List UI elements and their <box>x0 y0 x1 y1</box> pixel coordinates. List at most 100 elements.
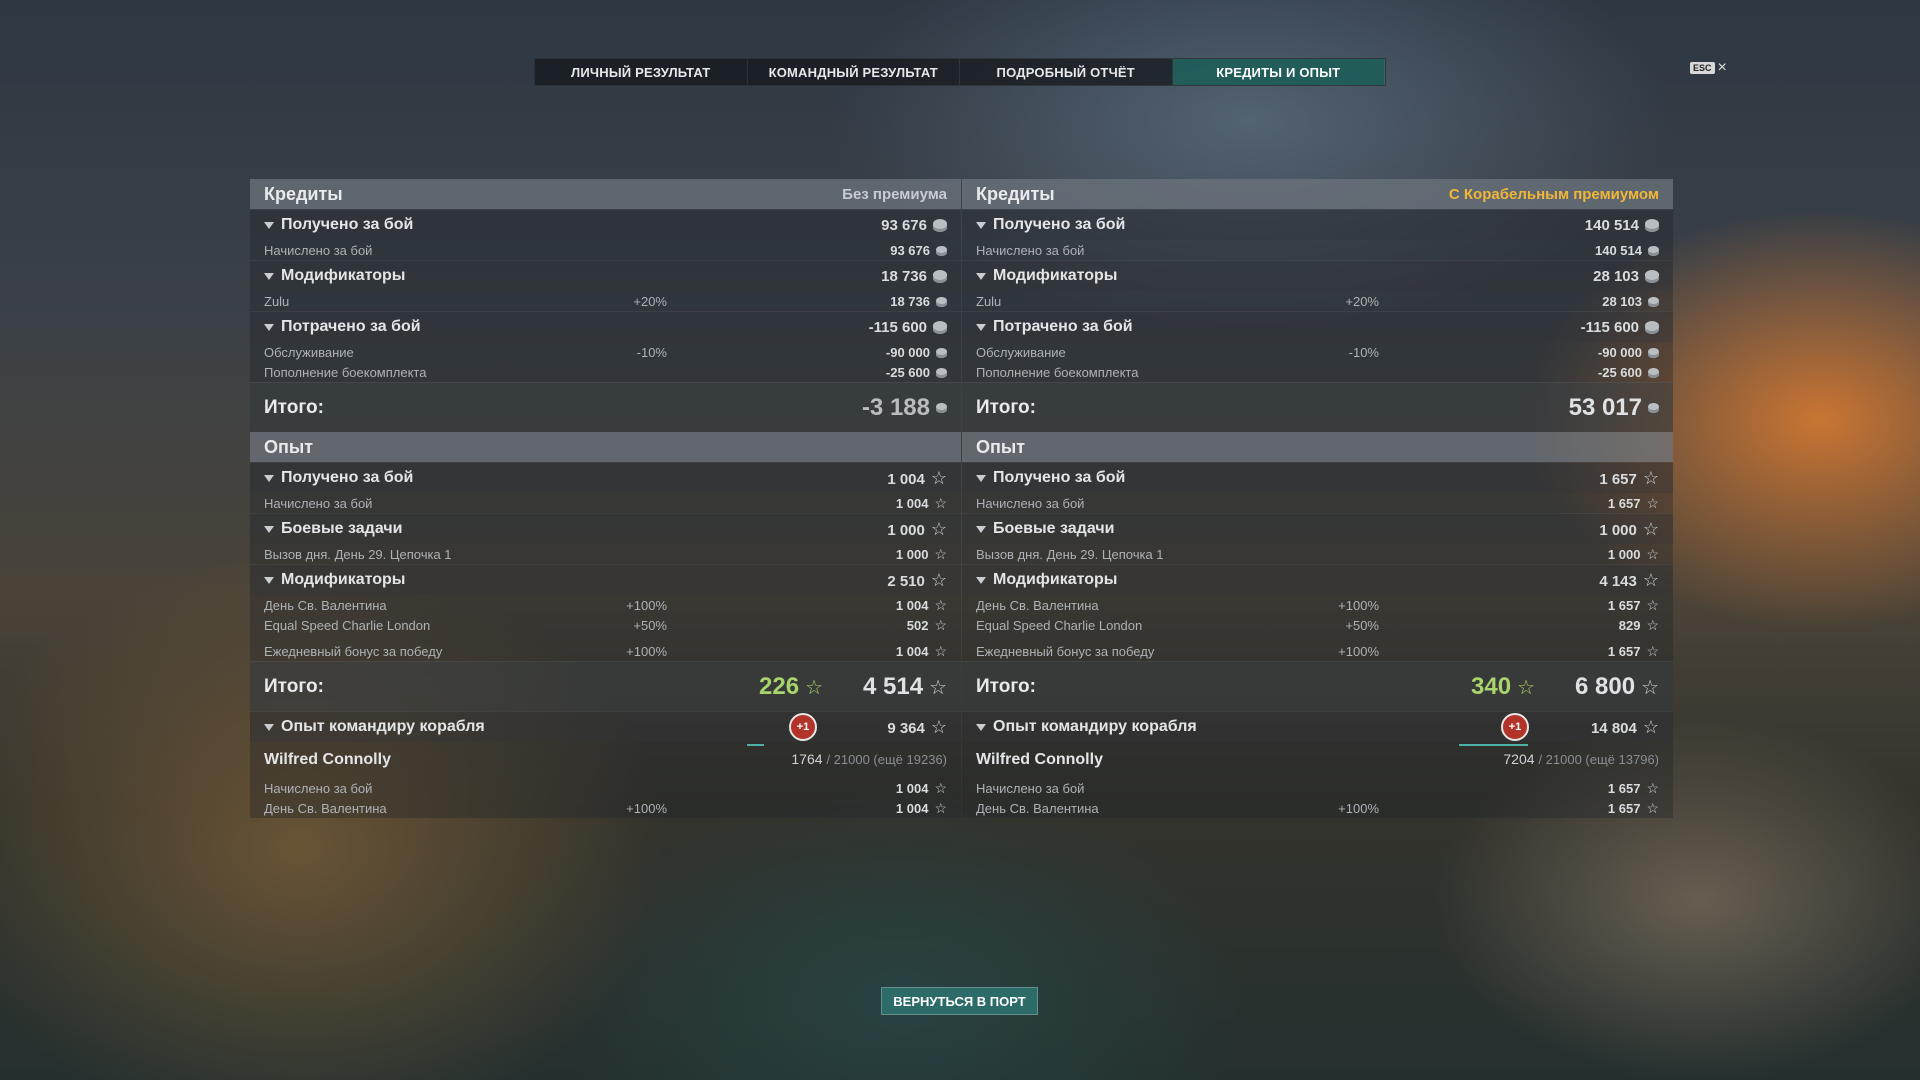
return-to-port-button[interactable]: ВЕРНУТЬСЯ В ПОРТ <box>881 987 1038 1015</box>
commander-xp-group[interactable]: Опыт командиру корабля +1 9 364 ☆ <box>250 711 961 742</box>
row-label: День Св. Валентина <box>976 597 1099 613</box>
credit-coin-icon <box>936 297 947 308</box>
row-percent: +100% <box>626 643 667 659</box>
group-value: 14 804 ☆ <box>1590 716 1659 737</box>
left-panel-no-premium: Кредиты Без премиума Получено за бой 93 … <box>250 179 961 907</box>
row-value: 1 000 ☆ <box>895 545 947 562</box>
credits-modifiers-group[interactable]: Модификаторы 18 736 <box>250 260 961 291</box>
star-icon: ☆ <box>934 596 947 613</box>
row-label: День Св. Валентина <box>264 800 387 816</box>
star-icon: ☆ <box>934 616 947 633</box>
caret-down-icon[interactable] <box>976 221 986 229</box>
caret-down-icon[interactable] <box>264 525 274 533</box>
group-label: Боевые задачи <box>993 520 1115 537</box>
row-value: 93 676 <box>807 243 947 258</box>
group-value: 93 676 <box>807 217 947 234</box>
star-icon: ☆ <box>930 716 947 737</box>
total-label: Итого: <box>264 675 324 697</box>
credit-coin-icon <box>1648 403 1659 414</box>
group-value: 28 103 <box>1519 268 1659 285</box>
row-label: Начислено за бой <box>976 780 1085 796</box>
credits-total-value: 53 017 <box>1569 394 1659 422</box>
caret-down-icon[interactable] <box>264 221 274 229</box>
star-icon: ☆ <box>1642 569 1659 590</box>
caret-down-icon[interactable] <box>264 272 274 280</box>
list-item: Ежедневный бонус за победу +100% 1 657 ☆ <box>962 641 1673 661</box>
caret-down-icon[interactable] <box>976 474 986 482</box>
star-icon: ☆ <box>929 676 947 699</box>
tab-team-result[interactable]: КОМАНДНЫЙ РЕЗУЛЬТАТ <box>748 59 960 85</box>
group-label: Опыт командиру корабля <box>281 718 485 735</box>
star-icon: ☆ <box>1642 518 1659 539</box>
row-value: 502 ☆ <box>906 616 947 633</box>
close-button[interactable]: ESC × <box>1690 60 1727 76</box>
row-percent: +100% <box>626 800 667 816</box>
free-xp-star-icon: ☆ <box>1517 676 1535 699</box>
total-label: Итого: <box>264 396 324 418</box>
xp-tasks-group[interactable]: Боевые задачи 1 000 ☆ <box>250 513 961 544</box>
row-percent: -10% <box>1348 344 1379 360</box>
commander-row: Wilfred Connolly 1764 / 21000 (ещё 19236… <box>250 742 961 778</box>
star-icon: ☆ <box>1646 616 1659 633</box>
caret-down-icon[interactable] <box>264 723 274 731</box>
commander-row: Wilfred Connolly 7204 / 21000 (ещё 13796… <box>962 742 1673 778</box>
credits-spent-group[interactable]: Потрачено за бой -115 600 <box>962 311 1673 342</box>
list-item: Начислено за бой 1 004 ☆ <box>250 778 961 798</box>
commander-progress: 1764 / 21000 (ещё 19236) <box>747 744 947 769</box>
star-icon: ☆ <box>934 545 947 562</box>
row-value: 1 657 ☆ <box>1607 642 1659 659</box>
tab-detailed-report[interactable]: ПОДРОБНЫЙ ОТЧЁТ <box>960 59 1173 85</box>
list-item: Обслуживание -10% -90 000 <box>962 342 1673 362</box>
row-label: Zulu <box>264 293 290 309</box>
commander-xp-group[interactable]: Опыт командиру корабля +1 14 804 ☆ <box>962 711 1673 742</box>
star-icon: ☆ <box>934 642 947 659</box>
group-value: 1 000 ☆ <box>1599 518 1659 539</box>
credits-spent-group[interactable]: Потрачено за бой -115 600 <box>250 311 961 342</box>
caret-down-icon[interactable] <box>976 323 986 331</box>
xp-header: Опыт <box>250 432 961 462</box>
row-label: Начислено за бой <box>264 242 373 258</box>
star-icon: ☆ <box>934 799 947 816</box>
caret-down-icon[interactable] <box>976 723 986 731</box>
tab-credits-and-xp[interactable]: КРЕДИТЫ И ОПЫТ <box>1172 59 1385 85</box>
row-percent: +20% <box>1345 293 1379 309</box>
xp-tasks-group[interactable]: Боевые задачи 1 000 ☆ <box>962 513 1673 544</box>
caret-down-icon[interactable] <box>976 272 986 280</box>
credits-earned-group[interactable]: Получено за бой 140 514 <box>962 209 1673 240</box>
commander-name: Wilfred Connolly <box>976 751 1103 768</box>
credit-coin-icon <box>1645 219 1659 233</box>
caret-down-icon[interactable] <box>264 474 274 482</box>
list-item: Equal Speed Charlie London +50% 829 ☆ <box>962 615 1673 635</box>
list-item: Начислено за бой 140 514 <box>962 240 1673 260</box>
xp-modifiers-group[interactable]: Модификаторы 2 510 ☆ <box>250 564 961 595</box>
xp-modifiers-group[interactable]: Модификаторы 4 143 ☆ <box>962 564 1673 595</box>
credits-modifiers-group[interactable]: Модификаторы 28 103 <box>962 260 1673 291</box>
caret-down-icon[interactable] <box>976 525 986 533</box>
credit-coin-icon <box>1648 348 1659 359</box>
commander-name: Wilfred Connolly <box>264 751 391 768</box>
caret-down-icon[interactable] <box>264 323 274 331</box>
result-tabs: ЛИЧНЫЙ РЕЗУЛЬТАТ КОМАНДНЫЙ РЕЗУЛЬТАТ ПОД… <box>534 58 1386 86</box>
credit-coin-icon <box>1645 321 1659 335</box>
tab-personal-result[interactable]: ЛИЧНЫЙ РЕЗУЛЬТАТ <box>535 59 748 85</box>
credit-coin-icon <box>1648 297 1659 308</box>
row-value: -90 000 <box>807 345 947 360</box>
caret-down-icon[interactable] <box>976 576 986 584</box>
row-value: 28 103 <box>1519 294 1659 309</box>
row-value: 18 736 <box>807 294 947 309</box>
star-icon: ☆ <box>1646 596 1659 613</box>
star-icon: ☆ <box>1646 494 1659 511</box>
list-item: Equal Speed Charlie London +50% 502 ☆ <box>250 615 961 635</box>
row-percent: +20% <box>633 293 667 309</box>
row-value: 1 657 ☆ <box>1607 494 1659 511</box>
credits-earned-group[interactable]: Получено за бой 93 676 <box>250 209 961 240</box>
caret-down-icon[interactable] <box>264 576 274 584</box>
close-icon[interactable]: × <box>1718 60 1727 76</box>
row-value: 1 657 ☆ <box>1607 799 1659 816</box>
star-icon: ☆ <box>1646 779 1659 796</box>
credit-coin-icon <box>936 246 947 257</box>
credits-total-row: Итого: 53 017 <box>962 382 1673 432</box>
group-label: Модификаторы <box>993 571 1118 588</box>
xp-earned-group[interactable]: Получено за бой 1 657 ☆ <box>962 462 1673 493</box>
xp-earned-group[interactable]: Получено за бой 1 004 ☆ <box>250 462 961 493</box>
